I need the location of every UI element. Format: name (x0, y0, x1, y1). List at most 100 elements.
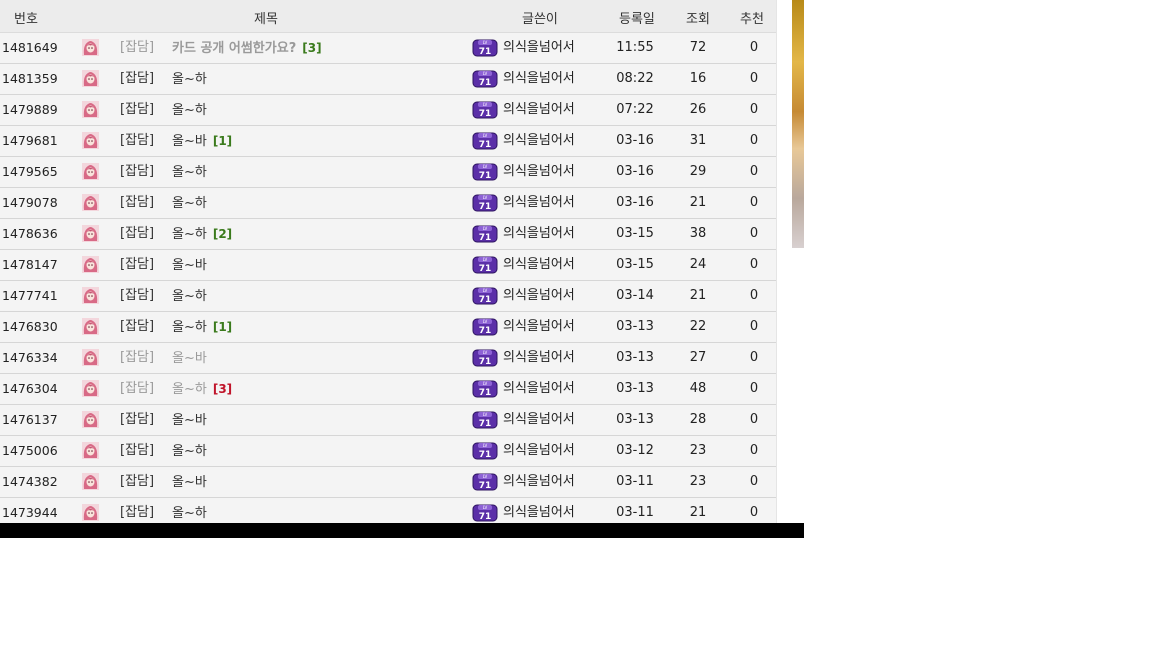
post-title-link[interactable]: 올~하 [1] (172, 320, 232, 335)
post-category[interactable]: [잡담] (120, 506, 154, 520)
post-author[interactable]: 의식을넘어서 (503, 41, 575, 55)
post-title[interactable]: 카드 공개 어썸한가요? (172, 41, 296, 56)
post-title[interactable]: 올~바 (172, 351, 207, 366)
post-date: 03-12 (616, 443, 654, 458)
post-author[interactable]: 의식을넘어서 (503, 258, 575, 272)
post-title-link[interactable]: 카드 공개 어썸한가요? [3] (172, 41, 322, 56)
post-author[interactable]: 의식을넘어서 (503, 382, 575, 396)
post-category[interactable]: [잡담] (120, 258, 154, 272)
comment-count[interactable]: [3] (213, 382, 232, 396)
table-row[interactable]: 1481649 [잡담] 카드 공개 어썸한가요? [3] LV 71 의식을넘어 (0, 33, 776, 64)
post-title[interactable]: 올~하 (172, 196, 207, 211)
post-title[interactable]: 올~바 (172, 258, 207, 273)
post-author[interactable]: 의식을넘어서 (503, 475, 575, 489)
table-row[interactable]: 1476334 [잡담] 올~바 LV 71 의식을넘어서 03-13 27 0 (0, 343, 776, 374)
post-author[interactable]: 의식을넘어서 (503, 289, 575, 303)
post-title[interactable]: 올~하 (172, 165, 207, 180)
post-author[interactable]: 의식을넘어서 (503, 506, 575, 520)
post-title[interactable]: 올~하 (172, 289, 207, 304)
table-row[interactable]: 1478147 [잡담] 올~바 LV 71 의식을넘어서 03-15 24 0 (0, 250, 776, 281)
post-title[interactable]: 올~바 (172, 134, 207, 149)
comment-count[interactable]: [1] (213, 134, 232, 148)
post-category[interactable]: [잡담] (120, 41, 154, 55)
post-category[interactable]: [잡담] (120, 72, 154, 86)
post-date: 03-13 (616, 381, 654, 396)
post-views: 23 (689, 474, 707, 489)
table-row[interactable]: 1473944 [잡담] 올~하 LV 71 의식을넘어서 03-11 21 0 (0, 498, 776, 523)
post-title[interactable]: 올~하 (172, 320, 207, 335)
post-title-link[interactable]: 올~바 (172, 475, 213, 490)
post-title-link[interactable]: 올~하 [2] (172, 227, 232, 242)
table-row[interactable]: 1479565 [잡담] 올~하 LV 71 의식을넘어서 03-16 29 0 (0, 157, 776, 188)
post-title-link[interactable]: 올~바 (172, 413, 213, 428)
table-row[interactable]: 1476830 [잡담] 올~하 [1] LV 71 의식을넘어서 03-13 … (0, 312, 776, 343)
post-title-link[interactable]: 올~하 (172, 506, 213, 521)
post-title-link[interactable]: 올~하 (172, 72, 213, 87)
post-category[interactable]: [잡담] (120, 196, 154, 210)
comment-count[interactable]: [3] (302, 41, 321, 55)
post-category[interactable]: [잡담] (120, 103, 154, 117)
post-title-link[interactable]: 올~바 (172, 351, 213, 366)
post-author[interactable]: 의식을넘어서 (503, 320, 575, 334)
post-recommend: 0 (749, 226, 759, 241)
post-recommend: 0 (749, 133, 759, 148)
post-category[interactable]: [잡담] (120, 134, 154, 148)
post-author[interactable]: 의식을넘어서 (503, 351, 575, 365)
post-title-link[interactable]: 올~하 [3] (172, 382, 232, 397)
post-author[interactable]: 의식을넘어서 (503, 134, 575, 148)
post-title-link[interactable]: 올~하 (172, 165, 213, 180)
comment-count[interactable]: [2] (213, 227, 232, 241)
post-title-link[interactable]: 올~바 [1] (172, 134, 232, 149)
level-badge-icon: LV 71 (472, 504, 498, 522)
post-category[interactable]: [잡담] (120, 320, 154, 334)
post-title-link[interactable]: 올~하 (172, 444, 213, 459)
post-title[interactable]: 올~하 (172, 444, 207, 459)
table-row[interactable]: 1474382 [잡담] 올~바 LV 71 의식을넘어서 03-11 23 0 (0, 467, 776, 498)
post-title-link[interactable]: 올~바 (172, 258, 213, 273)
table-row[interactable]: 1479889 [잡담] 올~하 LV 71 의식을넘어서 07:22 26 0 (0, 95, 776, 126)
post-author[interactable]: 의식을넘어서 (503, 227, 575, 241)
post-category[interactable]: [잡담] (120, 444, 154, 458)
post-category[interactable]: [잡담] (120, 351, 154, 365)
post-author[interactable]: 의식을넘어서 (503, 196, 575, 210)
post-author[interactable]: 의식을넘어서 (503, 413, 575, 427)
table-row[interactable]: 1476137 [잡담] 올~바 LV 71 의식을넘어서 03-13 28 0 (0, 405, 776, 436)
post-title[interactable]: 올~하 (172, 227, 207, 242)
pink-hair-avatar-icon (82, 411, 99, 428)
post-category[interactable]: [잡담] (120, 382, 154, 396)
post-category[interactable]: [잡담] (120, 475, 154, 489)
table-row[interactable]: 1478636 [잡담] 올~하 [2] LV 71 의식을넘어서 03-15 … (0, 219, 776, 250)
post-category[interactable]: [잡담] (120, 165, 154, 179)
post-number: 1476334 (2, 350, 58, 365)
table-row[interactable]: 1475006 [잡담] 올~하 LV 71 의식을넘어서 03-12 23 0 (0, 436, 776, 467)
post-title[interactable]: 올~하 (172, 103, 207, 118)
post-category[interactable]: [잡담] (120, 413, 154, 427)
post-recommend: 0 (749, 474, 759, 489)
comment-count[interactable]: [1] (213, 320, 232, 334)
post-title[interactable]: 올~하 (172, 382, 207, 397)
post-title-link[interactable]: 올~하 (172, 289, 213, 304)
svg-text:LV: LV (483, 257, 488, 262)
post-author[interactable]: 의식을넘어서 (503, 72, 575, 86)
post-author[interactable]: 의식을넘어서 (503, 444, 575, 458)
post-title[interactable]: 올~하 (172, 72, 207, 87)
table-row[interactable]: 1477741 [잡담] 올~하 LV 71 의식을넘어서 03-14 21 0 (0, 281, 776, 312)
table-row[interactable]: 1481359 [잡담] 올~하 LV 71 의식을넘어서 08:22 16 0 (0, 64, 776, 95)
post-title[interactable]: 올~하 (172, 506, 207, 521)
post-category[interactable]: [잡담] (120, 289, 154, 303)
post-title-link[interactable]: 올~하 (172, 196, 213, 211)
post-author[interactable]: 의식을넘어서 (503, 165, 575, 179)
table-row[interactable]: 1479078 [잡담] 올~하 LV 71 의식을넘어서 03-16 21 0 (0, 188, 776, 219)
post-recommend: 0 (749, 412, 759, 427)
table-row[interactable]: 1479681 [잡담] 올~바 [1] LV 71 의식을넘어서 03-16 … (0, 126, 776, 157)
post-number: 1479889 (2, 102, 58, 117)
post-title[interactable]: 올~바 (172, 413, 207, 428)
table-row[interactable]: 1476304 [잡담] 올~하 [3] LV 71 의식을넘어서 03-13 … (0, 374, 776, 405)
post-author[interactable]: 의식을넘어서 (503, 103, 575, 117)
post-title[interactable]: 올~바 (172, 475, 207, 490)
post-views: 72 (689, 40, 707, 55)
post-category[interactable]: [잡담] (120, 227, 154, 241)
post-title-link[interactable]: 올~하 (172, 103, 213, 118)
post-recommend: 0 (749, 443, 759, 458)
svg-text:71: 71 (479, 481, 492, 491)
